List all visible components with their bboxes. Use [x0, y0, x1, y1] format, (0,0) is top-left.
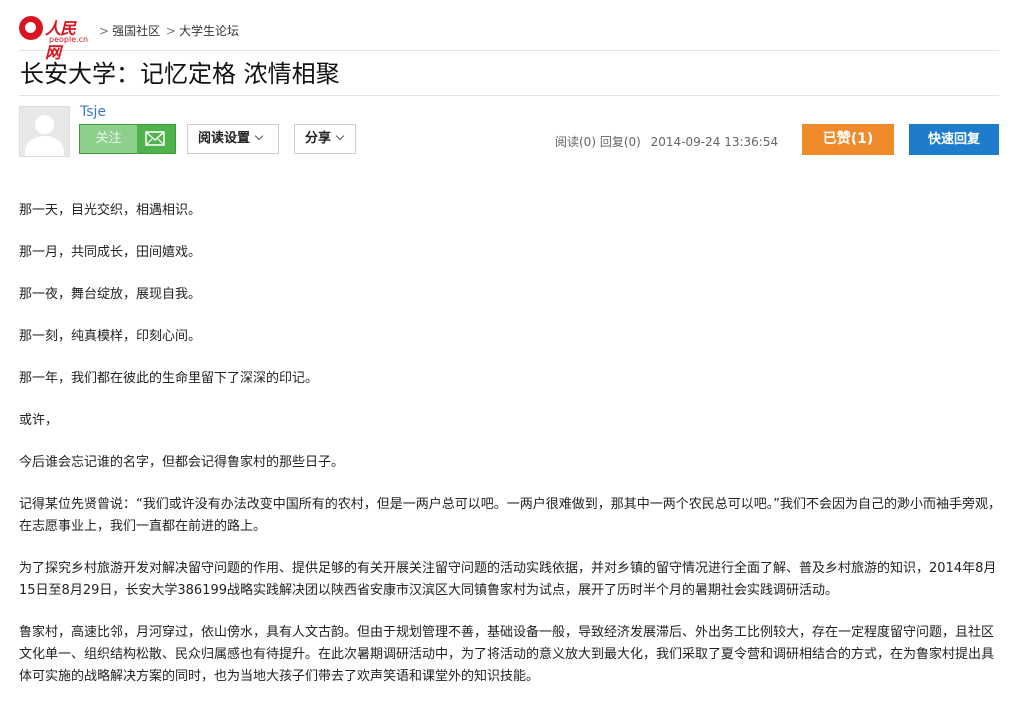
avatar-body: [25, 136, 64, 156]
top-bar: 人民网 people.cn > 强国社区 > 大学生论坛: [19, 0, 999, 62]
mail-icon[interactable]: [140, 131, 170, 147]
read-count: 阅读(0): [555, 135, 596, 149]
article-paragraph: 那一年，我们都在彼此的生命里留下了深深的印记。: [19, 371, 319, 386]
article-paragraph: 那一夜，舞台绽放，展现自我。: [19, 287, 202, 302]
article-paragraph: 为了探究乡村旅游开发对解决留守问题的作用、提供足够的有关开展关注留守问题的活动实…: [19, 561, 997, 598]
people-logo-icon[interactable]: 人民网 people.cn: [19, 15, 89, 62]
post-timestamp: 2014-09-24 13:36:54: [650, 135, 779, 149]
breadcrumb: > 强国社区 > 大学生论坛: [97, 22, 239, 39]
breadcrumb-separator: >: [99, 24, 110, 38]
chevron-down-icon: [254, 131, 264, 141]
article-paragraph: 那一刻，纯真模样，印刻心间。: [19, 329, 202, 344]
breadcrumb-item-community[interactable]: 强国社区: [112, 24, 160, 38]
follow-button[interactable]: 关注: [79, 124, 176, 154]
article-paragraph: 今后谁会忘记谁的名字，但都会记得鲁家村的那些日子。: [19, 455, 345, 470]
breadcrumb-separator: >: [165, 24, 176, 38]
read-settings-dropdown[interactable]: 阅读设置: [187, 124, 279, 154]
author-name[interactable]: Tsje: [80, 104, 106, 120]
author-bar: Tsje 关注 阅读设置 分享 阅读(0) 回复(0) 2014-09-24 1…: [19, 96, 999, 176]
article-paragraph: 那一月，共同成长，田间嬉戏。: [19, 245, 202, 260]
logo-domain: people.cn: [49, 35, 89, 44]
article-paragraph: 记得某位先贤曾说：“我们或许没有办法改变中国所有的农村，但是一两户总可以吧。一两…: [19, 497, 1001, 534]
avatar-head: [35, 115, 54, 134]
article-paragraph: 那一天，目光交织，相遇相识。: [19, 203, 202, 218]
like-button[interactable]: 已赞(1): [802, 124, 894, 155]
page-title: 长安大学：记忆定格 浓情相聚: [19, 51, 999, 96]
share-dropdown[interactable]: 分享: [294, 124, 356, 154]
default-avatar-icon[interactable]: [19, 106, 70, 157]
article-paragraph: 鲁家村，高速比邻，月河穿过，依山傍水，具有人文古韵。但由于规划管理不善，基础设备…: [19, 625, 995, 684]
read-settings-label: 阅读设置: [198, 131, 251, 146]
reply-count: 回复(0): [599, 135, 641, 149]
follow-label: 关注: [80, 125, 137, 153]
share-label: 分享: [305, 131, 332, 146]
breadcrumb-item-forum[interactable]: 大学生论坛: [179, 24, 239, 38]
quick-reply-button[interactable]: 快速回复: [909, 124, 999, 155]
post-stats: 阅读(0) 回复(0) 2014-09-24 13:36:54: [555, 133, 778, 150]
article-paragraph: 或许，: [19, 413, 59, 428]
logo-mark: [19, 16, 43, 40]
chevron-down-icon: [335, 131, 345, 141]
article-body: 那一天，目光交织，相遇相识。 那一月，共同成长，田间嬉戏。 那一夜，舞台绽放，展…: [19, 200, 1001, 708]
page-header: 人民网 people.cn > 强国社区 > 大学生论坛 长安大学：记忆定格 浓情相…: [19, 0, 999, 176]
